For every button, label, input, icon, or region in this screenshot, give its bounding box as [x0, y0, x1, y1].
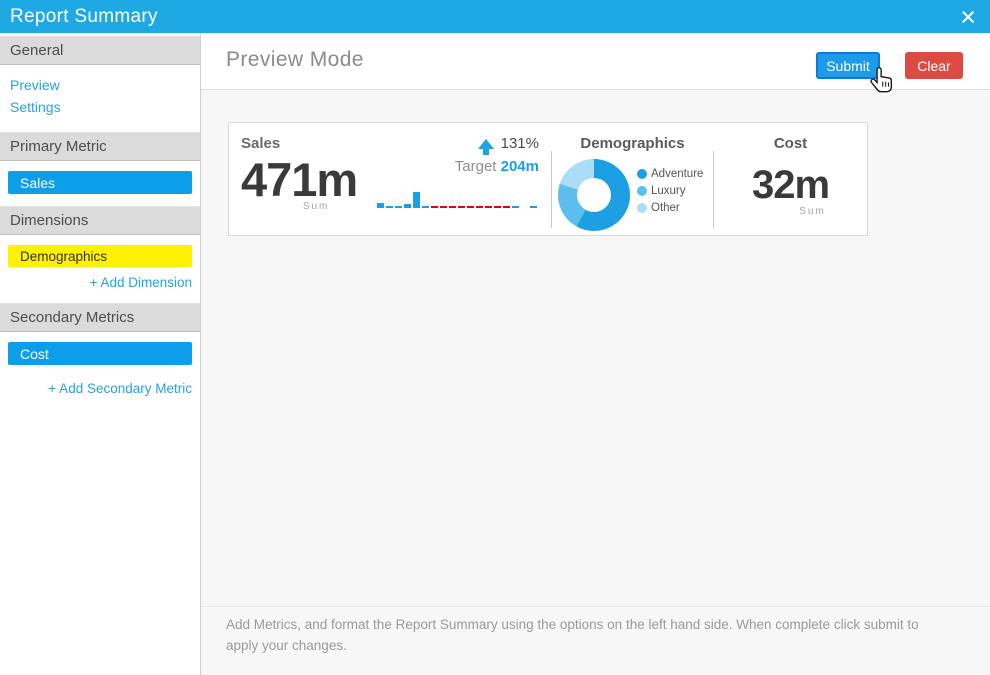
cost-metric-panel: Cost 32m Sum [714, 123, 867, 235]
report-summary-dialog: Report Summary × General Preview Setting… [0, 0, 990, 675]
general-links: Preview Settings [0, 65, 200, 132]
cost-label: Cost [714, 135, 867, 152]
page-title: Preview Mode [226, 48, 364, 72]
footer-divider [201, 606, 990, 607]
dialog-titlebar: Report Summary × [0, 0, 990, 33]
cost-value: 32m [714, 165, 867, 205]
legend-label: Luxury [651, 185, 686, 197]
spark-bar [494, 206, 501, 208]
demographics-donut-chart [558, 159, 630, 231]
spark-bar [512, 206, 519, 208]
preview-card: Sales 131% 471m Sum Target 204m [228, 122, 868, 236]
secondary-metric-cost[interactable]: Cost [8, 342, 192, 365]
sales-sparkline-chart [377, 184, 539, 208]
spark-bar [431, 206, 438, 208]
sidebar-item-settings[interactable]: Settings [0, 96, 200, 118]
legend-item: Luxury [637, 185, 703, 197]
cost-aggregation: Sum [758, 206, 867, 217]
legend-item: Other [637, 202, 703, 214]
primary-metric-sales[interactable]: Sales [8, 171, 192, 194]
spark-bar [377, 203, 384, 208]
add-secondary-metric-link[interactable]: + Add Secondary Metric [0, 377, 200, 409]
sales-change-value: 131% [501, 135, 539, 152]
main-header: Preview Mode Submit Clear [201, 33, 990, 90]
sales-target-block: Target 204m [377, 156, 539, 212]
spark-bar [413, 192, 420, 208]
dimension-demographics[interactable]: Demographics [8, 245, 192, 267]
spark-bar [386, 206, 393, 208]
section-header-dimensions: Dimensions [0, 206, 200, 235]
spark-bar [485, 206, 492, 208]
close-icon[interactable]: × [960, 3, 976, 31]
spark-bar [458, 206, 465, 208]
up-arrow-icon [478, 139, 494, 149]
sales-value: 471m [241, 153, 357, 206]
sales-label: Sales [241, 135, 280, 152]
spark-bar [422, 206, 429, 208]
spark-bar [476, 206, 483, 208]
demographics-panel: Demographics Adventure Luxury Other [552, 123, 713, 235]
sidebar-item-preview[interactable]: Preview [0, 74, 200, 96]
add-dimension-link[interactable]: + Add Dimension [0, 271, 200, 303]
demographics-legend: Adventure Luxury Other [637, 168, 703, 231]
legend-dot-icon [637, 203, 647, 213]
target-line: Target 204m [377, 158, 539, 175]
clear-button[interactable]: Clear [905, 52, 963, 79]
target-value: 204m [501, 158, 539, 175]
main-panel: Preview Mode Submit Clear Sales 131% 471… [201, 33, 990, 675]
footer-help-text: Add Metrics, and format the Report Summa… [226, 615, 942, 657]
section-header-general: General [0, 36, 200, 65]
dialog-title: Report Summary [10, 6, 158, 28]
sales-change: 131% [478, 135, 539, 152]
demographics-label: Demographics [552, 135, 713, 152]
spark-bar [503, 206, 510, 208]
legend-dot-icon [637, 169, 647, 179]
sales-metric-panel: Sales 131% 471m Sum Target 204m [229, 123, 551, 235]
spark-bar [530, 206, 537, 208]
spark-bar [395, 206, 402, 208]
spark-bar [404, 204, 411, 208]
legend-label: Adventure [651, 168, 703, 180]
sidebar: General Preview Settings Primary Metric … [0, 33, 201, 675]
legend-dot-icon [637, 186, 647, 196]
section-header-secondary-metrics: Secondary Metrics [0, 303, 200, 332]
target-label: Target [455, 158, 501, 175]
section-header-primary-metric: Primary Metric [0, 132, 200, 161]
spark-bar [467, 206, 474, 208]
spark-bar [440, 206, 447, 208]
legend-label: Other [651, 202, 680, 214]
sales-value-block: 471m Sum [241, 156, 357, 212]
spark-bar [449, 206, 456, 208]
submit-button[interactable]: Submit [816, 52, 880, 79]
legend-item: Adventure [637, 168, 703, 180]
